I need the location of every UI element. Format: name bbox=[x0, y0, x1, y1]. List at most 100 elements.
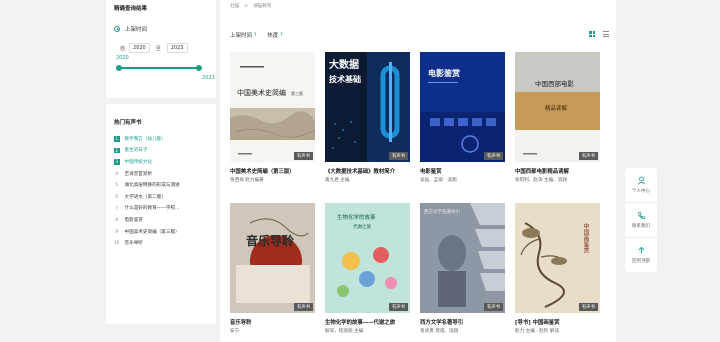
cover-title: 西方文学名著导引 bbox=[424, 208, 460, 215]
list-item[interactable]: 1 数字我方（幼儿版） bbox=[114, 133, 208, 145]
slider-handle-min[interactable] bbox=[116, 65, 122, 71]
sort-bar: 上架时间 ↑ 热度 ↑ bbox=[230, 31, 293, 39]
grid-view-icon[interactable] bbox=[589, 31, 595, 37]
cover-art-ink-painting: 中国美术史简编 第三版 bbox=[230, 52, 315, 162]
list-item[interactable]: 3 中国传统文化 bbox=[114, 156, 208, 168]
book-title[interactable]: 西方文学名著导引 bbox=[420, 318, 510, 326]
book-author: 赵力 主编 · 赵阶 解读 bbox=[515, 329, 560, 334]
book-author: 黄九君 主编 bbox=[325, 178, 350, 183]
list-view-icon[interactable] bbox=[603, 31, 609, 37]
contact-us-label: 联系我们 bbox=[632, 224, 650, 229]
book-author: 张阿利、赵涛 主编、滨翔 bbox=[515, 178, 567, 183]
time-filter-label: 上架时间 bbox=[125, 27, 148, 33]
book-cover[interactable]: 大数据 技术基础 有声书 bbox=[325, 52, 410, 162]
slider-handle-max[interactable] bbox=[196, 65, 202, 71]
list-item[interactable]: 4 吉诗音首赏析 bbox=[114, 168, 208, 180]
year-slider[interactable]: 2020 2023 bbox=[114, 53, 215, 85]
cover-title: 音乐导聆 bbox=[246, 233, 294, 248]
list-item[interactable]: 5 湖北高层特质的形成与演进 bbox=[114, 179, 208, 191]
hot-title: 热门有声书 bbox=[114, 120, 142, 126]
back-to-top-button[interactable]: 回到顶部 bbox=[625, 238, 657, 272]
cover-title: 生物化学的故事 bbox=[337, 213, 376, 221]
rank-badge: 7 bbox=[115, 205, 119, 211]
user-icon bbox=[637, 176, 645, 185]
from-year-input[interactable]: 2020 bbox=[129, 43, 150, 53]
cover-title: 中国西部电影 bbox=[535, 79, 575, 88]
book-cover[interactable]: 电影鉴赏 有声书 bbox=[420, 52, 505, 162]
floating-toolbar: 个人中心 联系我们 回到顶部 bbox=[625, 168, 657, 272]
book-title[interactable]: 音乐导聆 bbox=[230, 318, 320, 326]
list-item-title: 什么是好的教育——学校... bbox=[124, 206, 180, 212]
list-item[interactable]: 2 重生的日子 bbox=[114, 145, 208, 157]
rank-badge: 5 bbox=[115, 182, 119, 188]
cover-art-chinese-painting: 中国画鉴赏 bbox=[515, 203, 600, 313]
book-cover[interactable]: 生物化学的故事 代谢之旅 有声书 bbox=[325, 203, 410, 313]
list-item-title: 中国美术史简编（第三版） bbox=[124, 229, 180, 235]
list-item[interactable]: 10 音乐导听 bbox=[114, 237, 208, 249]
cover-subtitle: 精品读解 bbox=[545, 104, 568, 112]
book-cover[interactable]: 中国西部电影 精品读解 有声书 bbox=[515, 52, 600, 162]
time-filter-row[interactable]: 上架时间 bbox=[114, 25, 208, 33]
book-title[interactable]: 中国西部电影精品读解 bbox=[515, 167, 605, 175]
cover-art-biochemistry: 生物化学的故事 代谢之旅 bbox=[325, 203, 410, 313]
breadcrumb: 社猫 > 湖猫教育 bbox=[230, 3, 271, 9]
slider-max-label: 2023 bbox=[202, 75, 215, 81]
slider-min-label: 2020 bbox=[116, 55, 129, 61]
book-title[interactable]: [导书] 中国画鉴赏 bbox=[515, 318, 605, 326]
list-item-title: 音乐导听 bbox=[124, 241, 143, 247]
breadcrumb-home[interactable]: 社猫 bbox=[230, 4, 239, 9]
rank-badge: 2 bbox=[114, 147, 120, 154]
breadcrumb-separator: > bbox=[244, 4, 249, 9]
sort-arrow-icon: ↑ bbox=[253, 32, 258, 38]
filter-panel: 精确查询结果 上架时间 自 2020 至 2023 2020 2023 bbox=[106, 0, 216, 98]
book-cover[interactable]: 西方文学名著导引 有声书 bbox=[420, 203, 505, 313]
book-title[interactable]: 中国美术史简编（第三版） bbox=[230, 167, 320, 175]
main-content: 社猫 > 湖猫教育 上架时间 ↑ 热度 ↑ 中国美术史简编 第三版 有声书 中国美术史简… bbox=[220, 0, 616, 342]
list-item[interactable]: 9 中国美术史简编（第三版） bbox=[114, 226, 208, 238]
book-title[interactable]: 《大数据技术基础》教材简介 bbox=[325, 167, 415, 175]
left-sidebar: 精确查询结果 上架时间 自 2020 至 2023 2020 2023 热门有声… bbox=[106, 0, 216, 324]
sort-by-hot-button[interactable]: 热度 ↑ bbox=[267, 31, 283, 39]
cover-subtitle: 代谢之旅 bbox=[353, 223, 371, 230]
to-year-input[interactable]: 2023 bbox=[166, 43, 188, 53]
slider-track[interactable] bbox=[118, 67, 200, 69]
cover-art-film: 电影鉴赏 bbox=[420, 52, 505, 162]
phone-icon bbox=[637, 211, 645, 219]
audiobook-badge: 有声书 bbox=[578, 303, 598, 311]
list-item-title: 吉诗音首赏析 bbox=[124, 171, 153, 177]
list-item-title: 电影鉴赏 bbox=[124, 217, 143, 223]
rank-badge: 6 bbox=[115, 194, 119, 200]
sort-by-time-label: 上架时间 bbox=[230, 33, 253, 39]
list-item-title: 中国传统文化 bbox=[124, 159, 153, 165]
breadcrumb-current: 湖猫教育 bbox=[253, 4, 272, 9]
rank-badge: 4 bbox=[115, 170, 119, 176]
book-title[interactable]: 电影鉴赏 bbox=[420, 167, 510, 175]
list-item[interactable]: 7 什么是好的教育——学校... bbox=[114, 203, 208, 215]
hot-list: 1 数字我方（幼儿版） 2 重生的日子 3 中国传统文化 4 吉诗音首赏析 5 湖北高层特… bbox=[114, 133, 208, 249]
audiobook-badge: 有声书 bbox=[293, 152, 313, 160]
user-center-button[interactable]: 个人中心 bbox=[625, 168, 657, 203]
book-author: 蒋承勇 龚咸、滨翔 bbox=[420, 329, 459, 334]
cover-art-music: 音乐导聆 bbox=[230, 203, 315, 313]
clock-icon bbox=[114, 26, 120, 32]
rank-badge: 10 bbox=[114, 240, 120, 246]
sort-by-time-button[interactable]: 上架时间 ↑ bbox=[230, 31, 257, 39]
cover-title-line-2: 技术基础 bbox=[329, 74, 361, 84]
contact-us-button[interactable]: 联系我们 bbox=[625, 203, 657, 238]
book-cover[interactable]: 中国画鉴赏 有声书 bbox=[515, 203, 600, 313]
book-cover[interactable]: 中国美术史简编 第三版 有声书 bbox=[230, 52, 315, 162]
list-item-title: 数字我方（幼儿版） bbox=[124, 136, 166, 142]
list-item[interactable]: 8 电影鉴赏 bbox=[114, 214, 208, 226]
year-range-row: 自 2020 至 2023 bbox=[114, 43, 208, 53]
list-item-title: 湖北高层特质的形成与演进 bbox=[124, 183, 180, 189]
hot-audiobooks-panel: 热门有声书 1 数字我方（幼儿版） 2 重生的日子 3 中国传统文化 4 吉诗音首赏析 … bbox=[106, 104, 216, 324]
arrow-up-icon bbox=[637, 246, 645, 254]
book-cover[interactable]: 音乐导聆 有声书 bbox=[230, 203, 315, 313]
book-title[interactable]: 生物化学的故事——代谢之旅 bbox=[325, 318, 415, 326]
list-item[interactable]: 6 大学语文（第二版） bbox=[114, 191, 208, 203]
from-label: 自 bbox=[120, 45, 126, 52]
cover-art-western-film: 中国西部电影 精品读解 bbox=[515, 52, 600, 162]
audiobook-badge: 有声书 bbox=[388, 303, 408, 311]
filter-title: 精确查询结果 bbox=[114, 6, 148, 12]
book-author: 安宁 bbox=[230, 329, 240, 334]
